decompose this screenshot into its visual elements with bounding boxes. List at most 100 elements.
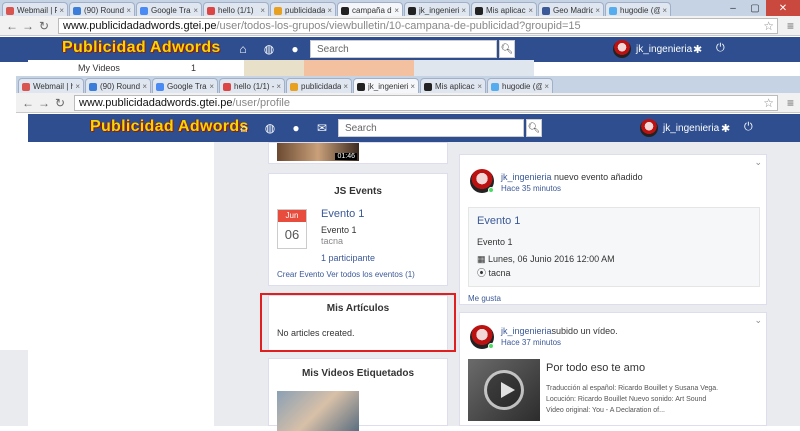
profile-content: 01:46 JS Events Jun 06 Evento 1 Evento 1… [0, 142, 800, 431]
front-tab[interactable]: hugodie (@Petr× [487, 78, 553, 94]
back-site-logo[interactable]: Publicidad Adwords [62, 39, 221, 57]
globe-icon[interactable]: ◍ [263, 121, 277, 135]
tab-favicon-icon [491, 82, 499, 91]
feed-post-video: ⌄ jk_ingenieriasubido un vídeo. Hace 37 … [459, 312, 767, 426]
back-url-host: www.publicidadadwords.gtei.pe [63, 19, 217, 32]
post2-user-link[interactable]: jk_ingenieria [501, 326, 552, 336]
tab-favicon-icon [408, 6, 416, 15]
front-tab[interactable]: publicidadadwo× [286, 78, 352, 94]
front-tab[interactable]: Webmail | hugo× [18, 78, 84, 94]
front-tab-bar: Webmail | hugo×(90) Roundcube×Google Tra… [16, 76, 800, 94]
tab-close-icon[interactable]: × [209, 82, 214, 91]
tab-favicon-icon [6, 6, 14, 15]
back-icon[interactable]: ← [4, 19, 20, 33]
tab-close-icon[interactable]: × [544, 82, 549, 91]
front-search-input[interactable]: Search [338, 119, 524, 137]
video-thumbnail[interactable]: 01:46 [277, 143, 359, 161]
tab-close-icon[interactable]: × [343, 82, 348, 91]
event-title-link[interactable]: Evento 1 [321, 208, 364, 220]
home-icon[interactable]: ⌂ [237, 121, 251, 135]
tab-close-icon[interactable]: × [410, 82, 415, 91]
gear-icon[interactable]: ✱ [721, 122, 730, 135]
post1-time[interactable]: Hace 35 minutos [501, 184, 561, 193]
user-icon[interactable]: ● [288, 42, 302, 56]
front-tab[interactable]: jk_ingenieria per× [353, 78, 419, 94]
front-url-field[interactable]: www.publicidadadwords.gtei.pe/user/profi… [74, 94, 778, 111]
power-icon[interactable]: ⏻ [716, 42, 725, 55]
post-options-icon[interactable]: ⌄ [754, 315, 762, 326]
tab-favicon-icon [156, 82, 164, 91]
tab-close-icon[interactable]: × [59, 6, 64, 15]
home-icon[interactable]: ⌂ [236, 42, 250, 56]
bookmark-star-icon[interactable]: ☆ [763, 19, 774, 33]
tab-close-icon[interactable]: × [193, 6, 198, 15]
front-search-icon[interactable]: 🔍︎ [526, 119, 542, 137]
reload-icon[interactable]: ↻ [36, 19, 52, 33]
post1-like-link[interactable]: Me gusta [468, 294, 501, 303]
reload-icon[interactable]: ↻ [52, 96, 68, 110]
tab-close-icon[interactable]: × [477, 82, 482, 91]
globe-icon[interactable]: ◍ [262, 42, 276, 56]
user-icon[interactable]: ● [289, 121, 303, 135]
front-tab[interactable]: Mis aplicaciones× [420, 78, 486, 94]
post2-video-thumbnail[interactable] [468, 359, 540, 421]
play-icon[interactable] [484, 370, 524, 410]
back-url-field[interactable]: www.publicidadadwords.gtei.pe/user/todos… [58, 17, 778, 34]
front-tab[interactable]: Google Traducto× [152, 78, 218, 94]
calendar-icon: ▦ [477, 254, 486, 264]
window-controls: – ▢ ✕ [722, 0, 800, 16]
tab-title: Google Traducto [167, 82, 207, 91]
post1-user-link[interactable]: jk_ingenieria [501, 172, 552, 182]
post1-event-title[interactable]: Evento 1 [477, 215, 520, 227]
power-icon[interactable]: ⏻ [744, 121, 753, 134]
back-sidebar-item-my-videos[interactable]: My Videos 1 [28, 60, 214, 76]
forward-icon[interactable]: → [20, 19, 36, 33]
tab-close-icon[interactable]: × [595, 6, 600, 15]
post-options-icon[interactable]: ⌄ [754, 157, 762, 168]
tab-close-icon[interactable]: × [327, 6, 332, 15]
tab-favicon-icon [89, 82, 97, 91]
back-search-icon[interactable]: 🔍︎ [499, 40, 515, 58]
events-title: JS Events [334, 186, 382, 197]
maximize-icon[interactable]: ▢ [744, 0, 766, 16]
forward-icon[interactable]: → [36, 96, 52, 110]
tab-close-icon[interactable]: × [662, 6, 667, 15]
front-address-bar: ← → ↻ www.publicidadadwords.gtei.pe/user… [16, 93, 800, 113]
back-icon[interactable]: ← [20, 96, 36, 110]
mail-icon[interactable]: ✉ [315, 121, 329, 135]
front-user-menu[interactable]: jk_ingenieria [640, 119, 719, 137]
front-tab[interactable]: hello (1/1) - Joni× [219, 78, 285, 94]
back-sidebar-count: 1 [190, 63, 196, 73]
bookmark-star-icon[interactable]: ☆ [763, 96, 774, 110]
menu-icon[interactable]: ≡ [787, 19, 794, 33]
tagged-video-thumbnail[interactable] [277, 391, 359, 431]
tab-title: jk_ingenieria [419, 6, 459, 15]
tab-close-icon[interactable]: × [142, 82, 147, 91]
front-site-logo[interactable]: Publicidad Adwords [90, 118, 249, 136]
left-blank-area [28, 142, 214, 426]
tab-close-icon[interactable]: × [75, 82, 80, 91]
front-tab[interactable]: (90) Roundcube× [85, 78, 151, 94]
back-browser-window: Webmail | Roundc×(90) Roundcube×Google T… [0, 0, 800, 78]
tab-favicon-icon [290, 82, 298, 91]
tab-close-icon[interactable]: × [260, 6, 265, 15]
event-participants-link[interactable]: 1 participante [321, 253, 375, 263]
tab-close-icon[interactable]: × [394, 6, 399, 15]
back-user-menu[interactable]: jk_ingenieria [613, 40, 692, 58]
events-links[interactable]: Crear Evento Ver todos los eventos (1) [277, 270, 415, 279]
post2-video-title[interactable]: Por todo eso te amo [546, 362, 645, 374]
close-icon[interactable]: ✕ [766, 0, 800, 16]
menu-icon[interactable]: ≡ [787, 96, 794, 110]
location-pin-icon: ⦿ [477, 268, 487, 278]
tab-close-icon[interactable]: × [276, 82, 281, 91]
minimize-icon[interactable]: – [722, 0, 744, 16]
tab-favicon-icon [73, 6, 81, 15]
back-search-input[interactable]: Search [310, 40, 497, 58]
tab-close-icon[interactable]: × [126, 6, 131, 15]
gear-icon[interactable]: ✱ [693, 43, 702, 56]
tab-title: Mis aplicaciones [435, 82, 475, 91]
tab-close-icon[interactable]: × [528, 6, 533, 15]
tab-close-icon[interactable]: × [461, 6, 466, 15]
highlight-box [260, 293, 456, 352]
post2-time[interactable]: Hace 37 minutos [501, 338, 561, 347]
